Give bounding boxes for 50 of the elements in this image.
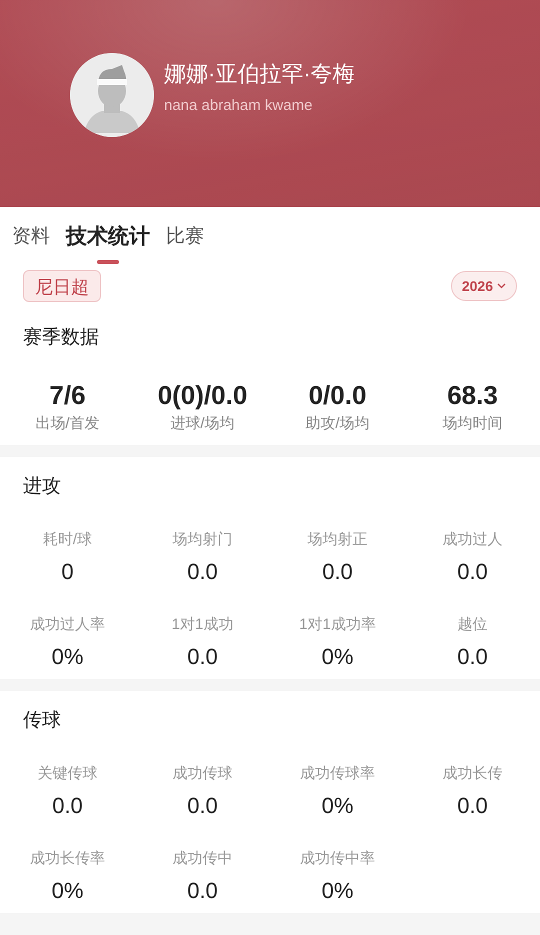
stat-label: 出场/首发 bbox=[35, 414, 100, 434]
stat-label: 成功长传 bbox=[442, 764, 502, 784]
stat-value: 0.0 bbox=[457, 643, 488, 671]
league-tag[interactable]: 尼日超 bbox=[23, 270, 101, 302]
stat-label: 越位 bbox=[458, 615, 488, 635]
stat-label: 场均射门 bbox=[172, 530, 232, 550]
stat-value: 0.0 bbox=[187, 558, 218, 586]
stat-value: 0% bbox=[322, 792, 354, 820]
stat-value: 0.0 bbox=[322, 558, 353, 586]
stat-label: 成功传球 bbox=[172, 764, 232, 784]
player-name: 娜娜·亚伯拉罕·夸梅 bbox=[164, 60, 355, 88]
stat-value: 7/6 bbox=[49, 379, 86, 412]
stat-value: 0.0 bbox=[187, 877, 218, 905]
tab[interactable]: 技术统计 bbox=[58, 207, 158, 267]
stat-value: 0(0)/0.0 bbox=[158, 379, 248, 412]
avatar-icon bbox=[70, 53, 154, 137]
stat-value: 0.0 bbox=[187, 792, 218, 820]
season-dropdown[interactable]: 2026 bbox=[450, 271, 517, 301]
stat-label: 成功长传率 bbox=[30, 849, 105, 869]
stat-label: 1对1成功率 bbox=[299, 615, 376, 635]
stat-label: 场均射正 bbox=[308, 530, 368, 550]
section-title: 传球 bbox=[22, 709, 62, 733]
stat-value: 0.0 bbox=[187, 643, 218, 671]
stat-label: 助攻/场均 bbox=[305, 414, 370, 434]
stat-label: 成功过人 bbox=[442, 530, 502, 550]
section-title: 进攻 bbox=[22, 475, 62, 499]
section-title: 赛季数据 bbox=[22, 326, 100, 350]
stat-value: 0.0 bbox=[52, 792, 83, 820]
stat-label: 关键传球 bbox=[38, 764, 98, 784]
stat-label: 场均时间 bbox=[442, 414, 502, 434]
stat-value: 0% bbox=[52, 643, 84, 671]
stat-label: 成功传中 bbox=[172, 849, 232, 869]
stat-value: 0% bbox=[322, 643, 354, 671]
stat-label: 成功传球率 bbox=[300, 764, 375, 784]
stat-label: 耗时/球 bbox=[42, 530, 92, 550]
chevron-down-icon bbox=[497, 283, 506, 289]
stat-label: 成功过人率 bbox=[30, 615, 105, 635]
tab[interactable]: 比赛 bbox=[158, 207, 212, 267]
stat-value: 0.0 bbox=[457, 558, 488, 586]
stat-value: 0% bbox=[52, 877, 84, 905]
stat-label: 1对1成功 bbox=[172, 615, 234, 635]
stat-label: 成功传中率 bbox=[300, 849, 375, 869]
player-name-english: nana abraham kwame bbox=[164, 96, 314, 116]
stat-label: 进球/场均 bbox=[170, 414, 235, 434]
stat-value: 0/0.0 bbox=[308, 379, 366, 412]
tab[interactable]: 资料 bbox=[4, 207, 58, 267]
stat-value: 0% bbox=[322, 877, 354, 905]
stat-value: 68.3 bbox=[447, 379, 498, 412]
stat-value: 0.0 bbox=[457, 792, 488, 820]
stat-value: 0 bbox=[61, 558, 74, 586]
